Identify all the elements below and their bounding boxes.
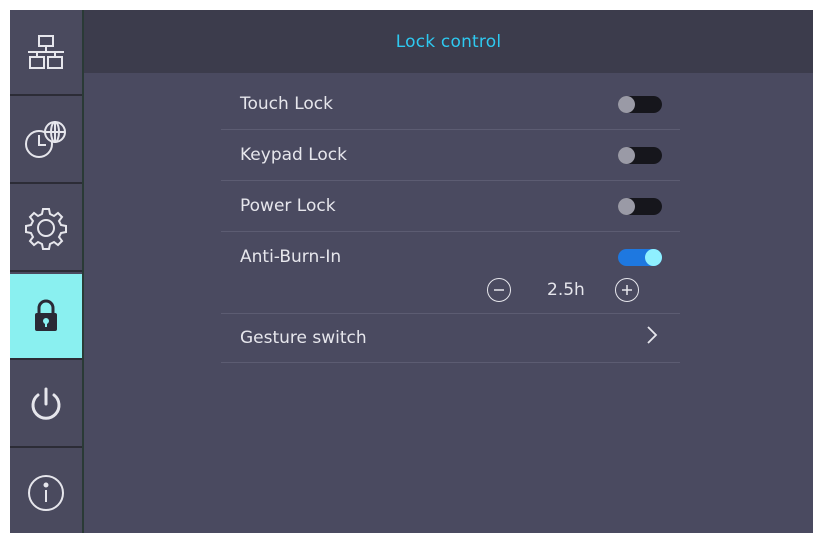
power-icon: [28, 386, 64, 422]
main-panel: Lock control Touch Lock Keypad Lock Powe…: [84, 10, 813, 533]
keypad-lock-toggle[interactable]: [618, 147, 662, 164]
toggle-knob: [618, 96, 635, 113]
touch-lock-toggle[interactable]: [618, 96, 662, 113]
anti-burn-in-toggle[interactable]: [618, 249, 662, 266]
sidebar-item-info[interactable]: [10, 450, 82, 533]
lock-icon: [33, 299, 59, 333]
toggle-knob: [645, 249, 662, 266]
gear-icon: [24, 206, 68, 250]
power-lock-label: Power Lock: [240, 196, 336, 216]
power-lock-toggle[interactable]: [618, 198, 662, 215]
gesture-switch-label: Gesture switch: [240, 328, 367, 348]
clock-globe-icon: [21, 120, 71, 160]
increase-button[interactable]: [615, 278, 639, 302]
minus-icon: [494, 289, 504, 291]
burn-in-duration-stepper: 2.5h: [487, 278, 657, 306]
touch-lock-label: Touch Lock: [240, 94, 333, 114]
keypad-lock-label: Keypad Lock: [240, 145, 347, 165]
sidebar-item-time[interactable]: [10, 98, 82, 184]
toggle-knob: [618, 198, 635, 215]
setting-row-gesture-switch[interactable]: Gesture switch: [221, 314, 680, 363]
toggle-knob: [618, 147, 635, 164]
setting-row-power-lock: Power Lock: [221, 181, 680, 232]
anti-burn-in-label: Anti-Burn-In: [240, 247, 342, 267]
setting-row-keypad-lock: Keypad Lock: [221, 130, 680, 181]
info-icon: [26, 473, 66, 513]
setting-row-touch-lock: Touch Lock: [221, 73, 680, 130]
sidebar-item-lock[interactable]: [10, 274, 82, 360]
header: Lock control: [84, 10, 813, 73]
duration-value: 2.5h: [547, 280, 585, 300]
sidebar-item-power[interactable]: [10, 362, 82, 448]
page-title: Lock control: [395, 31, 502, 52]
plus-icon: [622, 285, 632, 295]
sidebar: [10, 10, 82, 533]
sidebar-item-network[interactable]: [10, 10, 82, 96]
sidebar-item-settings[interactable]: [10, 186, 82, 272]
chevron-right-icon: [646, 325, 658, 350]
network-icon: [26, 32, 66, 72]
decrease-button[interactable]: [487, 278, 511, 302]
